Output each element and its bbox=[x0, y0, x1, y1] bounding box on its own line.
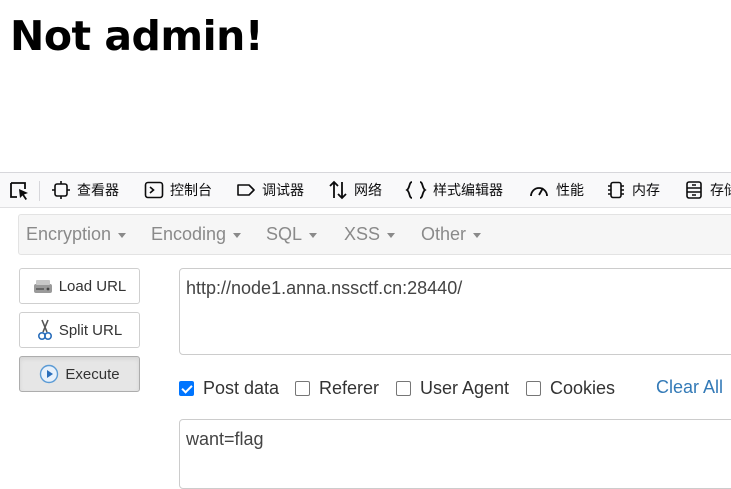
checkbox-label: Cookies bbox=[550, 377, 616, 398]
devtools-toolbar: 查看器 控制台 调试器 网络 样式编辑器 性能 内存 存 bbox=[0, 172, 731, 208]
tab-label: 网络 bbox=[354, 183, 382, 199]
checkbox-icon[interactable] bbox=[295, 380, 310, 396]
tab-label: 样式编辑器 bbox=[433, 183, 503, 199]
cookies-checkbox[interactable]: Cookies bbox=[526, 377, 615, 399]
execute-button[interactable]: Execute bbox=[19, 356, 140, 392]
menu-label: Encoding bbox=[151, 224, 227, 244]
button-label: Execute bbox=[65, 365, 120, 383]
tab-memory[interactable]: 内存 bbox=[606, 173, 660, 207]
referer-checkbox[interactable]: Referer bbox=[295, 377, 379, 399]
memory-icon bbox=[608, 181, 624, 199]
menu-label: Other bbox=[421, 224, 467, 244]
scissors-icon bbox=[37, 319, 52, 341]
performance-icon bbox=[530, 187, 548, 197]
tab-label: 调试器 bbox=[262, 183, 304, 199]
checkbox-label: Post data bbox=[203, 377, 280, 398]
tab-network[interactable]: 网络 bbox=[328, 173, 382, 207]
checkbox-label: Referer bbox=[319, 377, 380, 398]
menu-encoding[interactable]: Encoding bbox=[151, 215, 242, 254]
tab-storage[interactable]: 存储 bbox=[684, 173, 731, 207]
menu-label: XSS bbox=[344, 224, 381, 244]
toolbar-divider bbox=[39, 181, 40, 201]
checkbox-icon[interactable] bbox=[396, 380, 411, 396]
tab-console[interactable]: 控制台 bbox=[144, 173, 212, 207]
network-icon bbox=[329, 180, 347, 200]
load-url-button[interactable]: Load URL bbox=[19, 268, 140, 304]
menu-xss[interactable]: XSS bbox=[344, 215, 396, 254]
caret-down-icon bbox=[233, 232, 242, 238]
tab-label: 内存 bbox=[632, 183, 660, 199]
tab-label: 性能 bbox=[556, 183, 584, 199]
post-data-input[interactable]: want=flag bbox=[179, 419, 731, 489]
tab-debugger[interactable]: 调试器 bbox=[236, 173, 304, 207]
hackbar-menu-bar: Encryption Encoding SQL XSS Other bbox=[18, 214, 731, 255]
clear-all-link[interactable]: Clear All bbox=[656, 377, 723, 398]
storage-icon bbox=[686, 181, 702, 199]
tab-style-editor[interactable]: 样式编辑器 bbox=[405, 173, 503, 207]
menu-other[interactable]: Other bbox=[421, 215, 482, 254]
tab-performance[interactable]: 性能 bbox=[528, 173, 584, 207]
play-icon bbox=[40, 364, 59, 384]
button-label: Split URL bbox=[58, 321, 123, 339]
console-icon bbox=[144, 181, 164, 199]
page-heading: Not admin! bbox=[10, 12, 264, 60]
debugger-icon bbox=[237, 184, 255, 196]
caret-down-icon bbox=[309, 232, 318, 238]
load-drive-icon bbox=[33, 280, 52, 293]
menu-encryption[interactable]: Encryption bbox=[26, 215, 127, 254]
button-label: Load URL bbox=[58, 277, 127, 295]
style-editor-icon bbox=[405, 181, 427, 199]
tab-inspector[interactable]: 查看器 bbox=[51, 173, 119, 207]
menu-sql[interactable]: SQL bbox=[266, 215, 318, 254]
tab-label: 存储 bbox=[710, 183, 731, 199]
menu-label: Encryption bbox=[26, 224, 112, 244]
tab-label: 控制台 bbox=[170, 183, 212, 199]
checkbox-checked-icon[interactable] bbox=[179, 380, 194, 396]
menu-label: SQL bbox=[266, 224, 303, 244]
url-input[interactable]: http://node1.anna.nssctf.cn:28440/ bbox=[179, 268, 731, 355]
user-agent-checkbox[interactable]: User Agent bbox=[396, 377, 509, 399]
post-data-checkbox[interactable]: Post data bbox=[179, 377, 279, 399]
checkbox-icon[interactable] bbox=[526, 380, 541, 396]
caret-down-icon bbox=[387, 232, 396, 238]
tab-label: 查看器 bbox=[77, 183, 119, 199]
caret-down-icon bbox=[473, 232, 482, 238]
checkbox-label: User Agent bbox=[420, 377, 510, 398]
caret-down-icon bbox=[118, 232, 127, 238]
split-url-button[interactable]: Split URL bbox=[19, 312, 140, 348]
inspector-icon bbox=[52, 181, 70, 199]
element-picker-icon[interactable] bbox=[9, 181, 31, 201]
